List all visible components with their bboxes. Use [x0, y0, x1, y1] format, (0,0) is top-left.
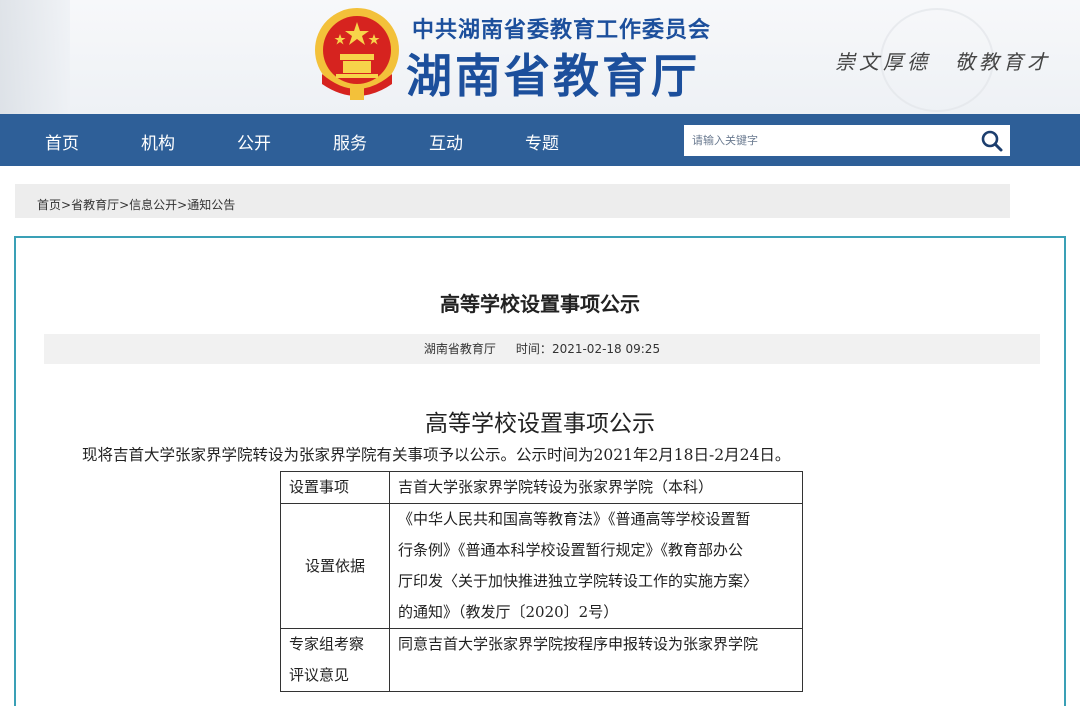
- nav-item-services[interactable]: 服务: [333, 129, 367, 154]
- search-icon[interactable]: [974, 125, 1010, 156]
- article-container: 高等学校设置事项公示 湖南省教育厅 时间：2021-02-18 09:25 高等学…: [14, 236, 1066, 706]
- banner-decoration-left: [0, 0, 70, 114]
- table-key: 设置事项: [289, 478, 350, 496]
- breadcrumb-department[interactable]: 省教育厅: [71, 198, 119, 212]
- table-key-line: 评议意见: [289, 666, 350, 684]
- breadcrumb-separator: >: [177, 198, 188, 212]
- table-row: 设置事项 吉首大学张家界学院转设为张家界学院（本科）: [280, 471, 803, 504]
- national-emblem-icon: [315, 8, 399, 100]
- table-row: 专家组考察 评议意见 同意吉首大学张家界学院按程序申报转设为张家界学院: [280, 628, 803, 692]
- article-meta: 湖南省教育厅 时间：2021-02-18 09:25: [44, 334, 1040, 364]
- search-box: [684, 125, 1010, 156]
- nav-item-interaction[interactable]: 互动: [429, 129, 463, 154]
- table-value-cell: 吉首大学张家界学院转设为张家界学院（本科）: [389, 471, 803, 504]
- breadcrumb-disclosure[interactable]: 信息公开: [129, 198, 177, 212]
- nav-item-home[interactable]: 首页: [45, 129, 79, 154]
- nav-item-organization[interactable]: 机构: [141, 129, 175, 154]
- search-input[interactable]: [684, 125, 974, 156]
- article-time: 2021-02-18 09:25: [551, 342, 661, 356]
- breadcrumb-notices[interactable]: 通知公告: [187, 198, 235, 212]
- article-time-label: 时间：: [515, 342, 552, 356]
- table-value-line: 厅印发〈关于加快推进独立学院转设工作的实施方案〉: [398, 572, 759, 590]
- table-row: 设置依据 《中华人民共和国高等教育法》《普通高等学校设置暂 行条例》《普通本科学…: [280, 503, 803, 629]
- table-key-cell: 设置事项: [280, 471, 390, 504]
- article-source: 湖南省教育厅: [423, 342, 496, 356]
- body-intro: 现将吉首大学张家界学院转设为张家界学院有关事项予以公示。公示时间为2021年2月…: [82, 446, 791, 464]
- nav-item-topics[interactable]: 专题: [525, 129, 559, 154]
- breadcrumb: 首页>省教育厅>信息公开>通知公告: [15, 184, 1010, 218]
- table-key-line: 专家组考察: [289, 635, 365, 653]
- table-key: 设置依据: [304, 556, 365, 575]
- breadcrumb-home[interactable]: 首页: [37, 198, 61, 212]
- table-value: 吉首大学张家界学院转设为张家界学院（本科）: [398, 478, 714, 496]
- article-title: 高等学校设置事项公示: [440, 292, 640, 316]
- table-value-cell: 《中华人民共和国高等教育法》《普通高等学校设置暂 行条例》《普通本科学校设置暂行…: [389, 503, 803, 629]
- table-value-cell: 同意吉首大学张家界学院按程序申报转设为张家界学院: [389, 628, 803, 692]
- table-value: 同意吉首大学张家界学院按程序申报转设为张家界学院: [398, 635, 759, 653]
- site-name[interactable]: 湖南省教育厅: [406, 40, 700, 106]
- nav-item-disclosure[interactable]: 公开: [237, 129, 271, 154]
- table-value-line: 的通知》（教发厅〔2020〕2号）: [398, 603, 619, 621]
- table-key-cell: 专家组考察 评议意见: [280, 628, 390, 692]
- table-key-cell: 设置依据: [280, 503, 390, 629]
- table-value-line: 《中华人民共和国高等教育法》《普通高等学校设置暂: [398, 510, 751, 528]
- body-title: 高等学校设置事项公示: [425, 411, 655, 437]
- table-value-line: 行条例》《普通本科学校设置暂行规定》《教育部办公: [398, 541, 744, 559]
- info-table: 设置事项 吉首大学张家界学院转设为张家界学院（本科） 设置依据 《中华人民共和国…: [280, 471, 803, 692]
- header-banner: 中共湖南省委教育工作委员会 湖南省教育厅 崇文厚德 敬教育才: [0, 0, 1080, 114]
- site-motto: 崇文厚德 敬教育才: [835, 50, 1051, 74]
- breadcrumb-separator: >: [61, 198, 72, 212]
- breadcrumb-separator: >: [119, 198, 130, 212]
